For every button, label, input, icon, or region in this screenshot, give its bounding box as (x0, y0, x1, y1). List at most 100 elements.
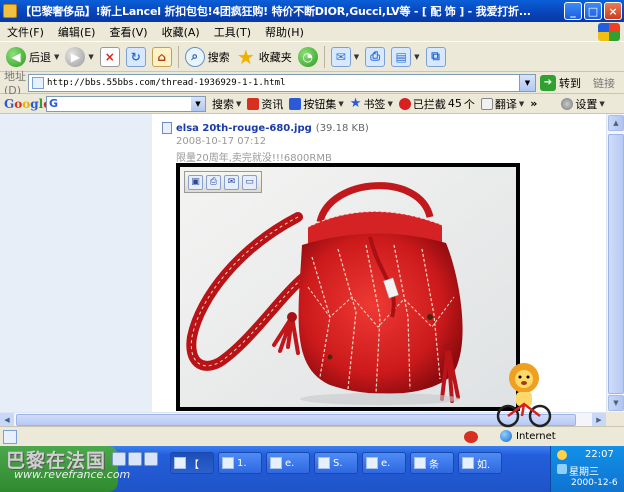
task-button[interactable]: e. (266, 452, 310, 474)
translate-dropdown-icon[interactable]: ▼ (519, 100, 524, 108)
clock-time[interactable]: 22:07 (585, 449, 614, 460)
start-button[interactable]: 巴黎在法国 www.revefrance.com (0, 446, 130, 492)
bookmarks-dropdown-icon[interactable]: ▼ (387, 100, 392, 108)
open-folder-icon[interactable]: ▭ (242, 174, 257, 190)
google-logo-letter: g (30, 96, 39, 111)
google-logo-letter: G (4, 96, 15, 111)
forward-dropdown-icon[interactable]: ▼ (88, 53, 93, 61)
google-news-button[interactable]: 资讯 (247, 96, 283, 112)
search-button[interactable]: ⌕ 搜索 (184, 46, 230, 67)
edit-button[interactable]: ▤ ▼ (391, 46, 420, 67)
buttons-dropdown-icon[interactable]: ▼ (338, 100, 343, 108)
google-search-label: 搜索 (212, 97, 234, 111)
edit-dropdown-icon[interactable]: ▼ (414, 53, 419, 61)
forward-arrow-icon: ▶ (65, 46, 86, 67)
go-arrow-icon[interactable]: ➔ (540, 74, 556, 91)
tray-notify-icon[interactable] (557, 450, 567, 460)
attachment-size: (39.18 KB) (315, 122, 369, 134)
toolbar-separator (177, 45, 179, 68)
google-bookmarks-button[interactable]: ★ 书签 ▼ (350, 96, 393, 112)
vertical-scroll-thumb[interactable] (608, 134, 624, 394)
task-button[interactable]: e. (362, 452, 406, 474)
standard-toolbar: ◀ 后退 ▼ ▶ ▼ × ↻ ⌂ ⌕ 搜索 ★ 收藏夹 ◔ ✉ ▼ ⎙ ▤ ▼ … (0, 42, 624, 72)
history-icon: ◔ (297, 46, 318, 67)
minimize-button[interactable]: _ (564, 2, 582, 20)
scroll-up-icon[interactable]: ▲ (608, 115, 624, 131)
title-bar[interactable]: 【巴黎奢侈品】!新上Lancel 折扣包包!4团疯狂购! 特价不断DIOR,Gu… (0, 0, 624, 22)
google-buttons-menu[interactable]: 按钮集 ▼ (289, 96, 344, 112)
menu-help[interactable]: 帮助(H) (258, 24, 311, 40)
attachment-filename[interactable]: elsa 20th-rouge-680.jpg (176, 123, 312, 134)
forward-button[interactable]: ▶ ▼ (65, 46, 94, 67)
attachment-date: 2008-10-17 07:12 (176, 136, 267, 147)
back-button[interactable]: ◀ 后退 ▼ (6, 46, 59, 67)
stop-button[interactable]: × (99, 46, 120, 67)
google-buttons-label: 按钮集 (303, 97, 337, 111)
taskbar: 巴黎在法国 www.revefrance.com 【 1. e. S. e. 条… (0, 446, 624, 492)
favorites-button[interactable]: ★ 收藏夹 (236, 45, 292, 69)
clock-weekday: 星期三 (569, 467, 599, 478)
vertical-scrollbar[interactable]: ▲ ▼ (606, 114, 624, 412)
more-chevron-icon: » (530, 97, 538, 110)
settings-dropdown-icon[interactable]: ▼ (599, 100, 604, 108)
menu-tools[interactable]: 工具(T) (207, 24, 258, 40)
task-button[interactable]: 1. (218, 452, 262, 474)
mail-button[interactable]: ✉ ▼ (330, 46, 359, 67)
google-search-button[interactable]: 搜索 ▼ (212, 96, 241, 112)
scroll-down-icon[interactable]: ▼ (608, 395, 624, 411)
address-bar: 地址(D) http://bbs.55bbs.com/thread-193692… (0, 70, 624, 97)
home-button[interactable]: ⌂ (151, 46, 172, 67)
popup-blocker-status-icon[interactable] (464, 431, 478, 443)
print-image-icon[interactable]: ⎙ (206, 174, 221, 190)
scroll-right-icon[interactable]: ▶ (592, 413, 606, 426)
print-icon: ⎙ (365, 46, 386, 67)
search-label: 搜索 (207, 50, 230, 64)
save-image-icon[interactable]: ▣ (188, 174, 203, 190)
links-button[interactable]: 链接 (593, 75, 615, 91)
task-button[interactable]: 条 (410, 452, 454, 474)
mail-dropdown-icon[interactable]: ▼ (354, 53, 359, 61)
history-button[interactable]: ◔ (297, 46, 318, 67)
menu-edit[interactable]: 编辑(E) (51, 24, 103, 40)
address-url[interactable]: http://bbs.55bbs.com/thread-1936929-1-1.… (47, 78, 285, 88)
menu-favorites[interactable]: 收藏(A) (155, 24, 207, 40)
go-button[interactable]: 转到 (559, 75, 581, 91)
google-search-dropdown-icon[interactable]: ▼ (191, 96, 205, 111)
email-image-icon[interactable]: ✉ (224, 174, 239, 190)
quick-launch-icon[interactable] (128, 452, 142, 466)
quick-launch-icon[interactable] (144, 452, 158, 466)
task-button[interactable]: 如. (458, 452, 502, 474)
task-button[interactable]: 【 (170, 452, 214, 474)
google-logo[interactable]: Google (4, 96, 51, 111)
address-input[interactable]: http://bbs.55bbs.com/thread-1936929-1-1.… (28, 73, 536, 92)
horizontal-scroll-thumb[interactable] (16, 414, 576, 426)
attachment-description: 限量20周年,卖完就没!!!6800RMB (176, 153, 332, 164)
google-translate-button[interactable]: 翻译 ▼ (480, 96, 524, 112)
task-window-icon (318, 457, 330, 469)
popup-blocker-button[interactable]: 已拦截 45 个 (398, 96, 475, 112)
google-more-button[interactable]: » (530, 97, 537, 110)
stop-icon: × (99, 46, 120, 67)
attachment-info: elsa 20th-rouge-680.jpg (39.18 KB) (162, 122, 369, 134)
google-search-input[interactable]: G ▼ (46, 95, 206, 112)
tray-network-icon[interactable] (557, 464, 567, 474)
google-search-dropdown-icon[interactable]: ▼ (236, 100, 241, 108)
search-icon: ⌕ (184, 46, 205, 67)
google-settings-button[interactable]: 设置 ▼ (561, 96, 605, 112)
toolbar-separator (323, 45, 325, 68)
close-button[interactable]: × (604, 2, 622, 20)
settings-icon (561, 97, 574, 110)
back-dropdown-icon[interactable]: ▼ (54, 53, 59, 61)
print-button[interactable]: ⎙ (365, 46, 386, 67)
maximize-button[interactable]: □ (584, 2, 602, 20)
address-dropdown-icon[interactable]: ▼ (519, 74, 535, 91)
scroll-left-icon[interactable]: ◀ (0, 413, 14, 426)
product-photo[interactable]: ▣ ⎙ ✉ ▭ (176, 163, 520, 411)
quick-launch-icon[interactable] (112, 452, 126, 466)
refresh-button[interactable]: ↻ (125, 46, 146, 67)
menu-file[interactable]: 文件(F) (0, 24, 51, 40)
research-button[interactable]: ⧉ (425, 46, 446, 67)
menu-view[interactable]: 查看(V) (102, 24, 154, 40)
task-window-icon (270, 457, 282, 469)
task-button[interactable]: S. (314, 452, 358, 474)
